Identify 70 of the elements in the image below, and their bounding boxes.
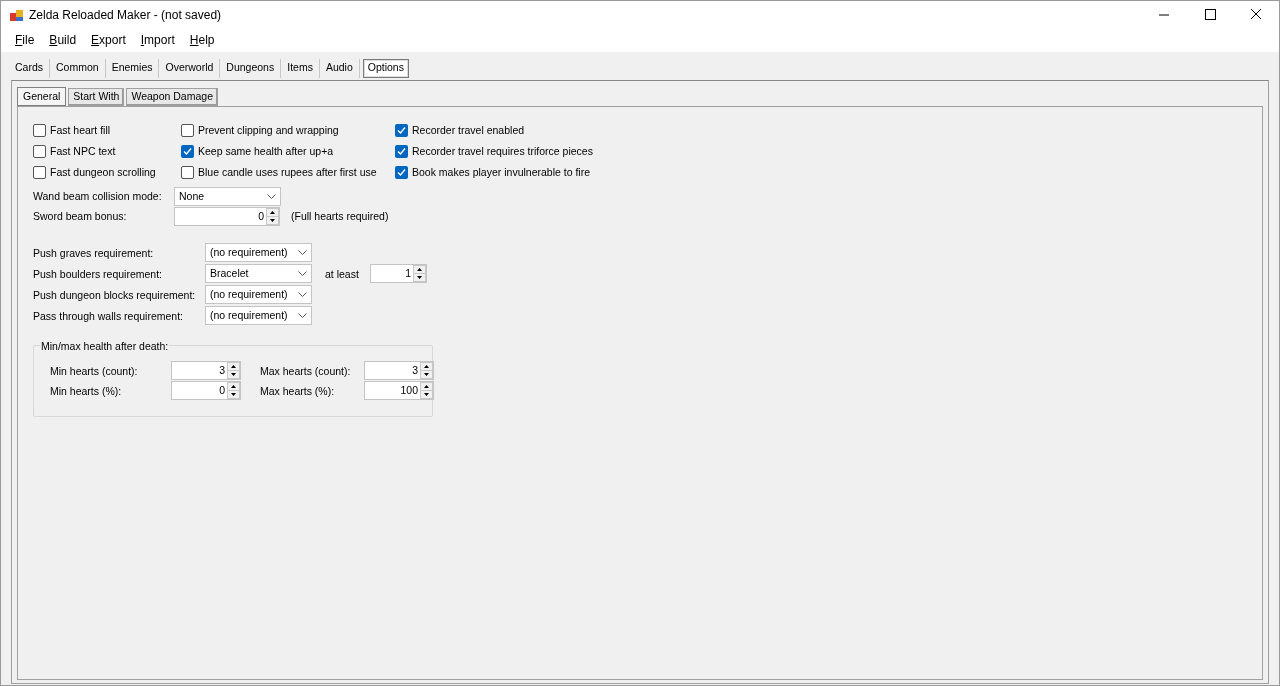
checkbox[interactable] bbox=[395, 124, 408, 137]
tab[interactable]: Dungeons bbox=[220, 58, 281, 78]
spinner-arrows-icon[interactable] bbox=[420, 382, 433, 399]
checkbox[interactable] bbox=[181, 145, 194, 158]
checkbox-label: Book makes player invulnerable to fire bbox=[412, 164, 590, 180]
chevron-down-icon bbox=[298, 249, 307, 256]
tab[interactable]: Weapon Damage bbox=[126, 88, 218, 106]
chevron-down-icon bbox=[298, 312, 307, 319]
menu-item[interactable]: Import bbox=[134, 30, 181, 49]
checkbox[interactable] bbox=[33, 166, 46, 179]
spinner-arrows-icon[interactable] bbox=[266, 208, 279, 225]
checkbox[interactable] bbox=[33, 145, 46, 158]
checkbox-label: Keep same health after up+a bbox=[198, 143, 334, 159]
spinner-arrows-icon[interactable] bbox=[227, 362, 240, 379]
tab[interactable]: Start With bbox=[68, 88, 125, 106]
field-label: Sword beam bonus: bbox=[33, 208, 128, 224]
checkbox-label: Fast dungeon scrolling bbox=[50, 164, 156, 180]
tab[interactable]: Enemies bbox=[105, 58, 159, 78]
field-label: Pass through walls requirement: bbox=[33, 308, 184, 324]
number-field[interactable]: 0 bbox=[174, 207, 280, 226]
checkbox-label: Blue candle uses rupees after first use bbox=[198, 164, 377, 180]
field-label: Min hearts (%): bbox=[50, 384, 123, 400]
checkbox-label: Fast heart fill bbox=[50, 122, 111, 138]
checkbox[interactable] bbox=[395, 166, 408, 179]
number-field[interactable]: 100 bbox=[364, 381, 434, 400]
menu-item[interactable]: Build bbox=[43, 30, 83, 49]
hint-text: (Full hearts required) bbox=[291, 208, 389, 224]
tab[interactable]: General bbox=[17, 87, 67, 106]
number-field[interactable]: 3 bbox=[171, 361, 241, 380]
field-label: Max hearts (%): bbox=[260, 384, 336, 400]
spinner-arrows-icon[interactable] bbox=[413, 265, 426, 282]
checkbox[interactable] bbox=[181, 166, 194, 179]
tab[interactable]: Options bbox=[362, 58, 409, 78]
field-label: Max hearts (count): bbox=[260, 364, 352, 380]
checkbox[interactable] bbox=[33, 124, 46, 137]
checkbox[interactable] bbox=[181, 124, 194, 137]
checkbox[interactable] bbox=[395, 145, 408, 158]
checkbox-label: Recorder travel enabled bbox=[412, 122, 525, 138]
field-label: Push dungeon blocks requirement: bbox=[33, 287, 197, 303]
checkbox-label: Prevent clipping and wrapping bbox=[198, 122, 339, 138]
tab[interactable]: Overworld bbox=[159, 58, 220, 78]
tab[interactable]: Audio bbox=[319, 58, 359, 78]
chevron-down-icon bbox=[267, 193, 276, 200]
dropdown[interactable]: None bbox=[174, 187, 281, 206]
menu-item[interactable]: File bbox=[9, 30, 41, 49]
spinner-arrows-icon[interactable] bbox=[420, 362, 433, 379]
menu-item[interactable]: Export bbox=[85, 30, 132, 49]
dropdown[interactable]: Bracelet bbox=[205, 264, 312, 283]
spinner-arrows-icon[interactable] bbox=[227, 382, 240, 399]
menu-item[interactable]: Help bbox=[183, 30, 221, 49]
field-label: at least bbox=[325, 266, 360, 282]
dropdown[interactable]: (no requirement) bbox=[205, 306, 312, 325]
field-label: Push boulders requirement: bbox=[33, 266, 163, 282]
number-field[interactable]: 3 bbox=[364, 361, 434, 380]
checkbox-label: Fast NPC text bbox=[50, 143, 116, 159]
checkbox-label: Recorder travel requires triforce pieces bbox=[412, 143, 593, 159]
tab[interactable]: Common bbox=[50, 58, 105, 78]
number-field[interactable]: 1 bbox=[370, 264, 427, 283]
tab[interactable]: Items bbox=[281, 58, 319, 78]
field-label: Wand beam collision mode: bbox=[33, 188, 163, 204]
dropdown[interactable]: (no requirement) bbox=[205, 243, 312, 262]
chevron-down-icon bbox=[298, 291, 307, 298]
number-field[interactable]: 0 bbox=[171, 381, 241, 400]
chevron-down-icon bbox=[298, 270, 307, 277]
window-title: Zelda Reloaded Maker - (not saved) bbox=[29, 7, 222, 24]
field-label: Push graves requirement: bbox=[33, 245, 155, 261]
tab[interactable]: Cards bbox=[9, 58, 49, 78]
field-label: Min hearts (count): bbox=[50, 364, 139, 380]
dropdown[interactable]: (no requirement) bbox=[205, 285, 312, 304]
app-icon bbox=[10, 8, 23, 22]
